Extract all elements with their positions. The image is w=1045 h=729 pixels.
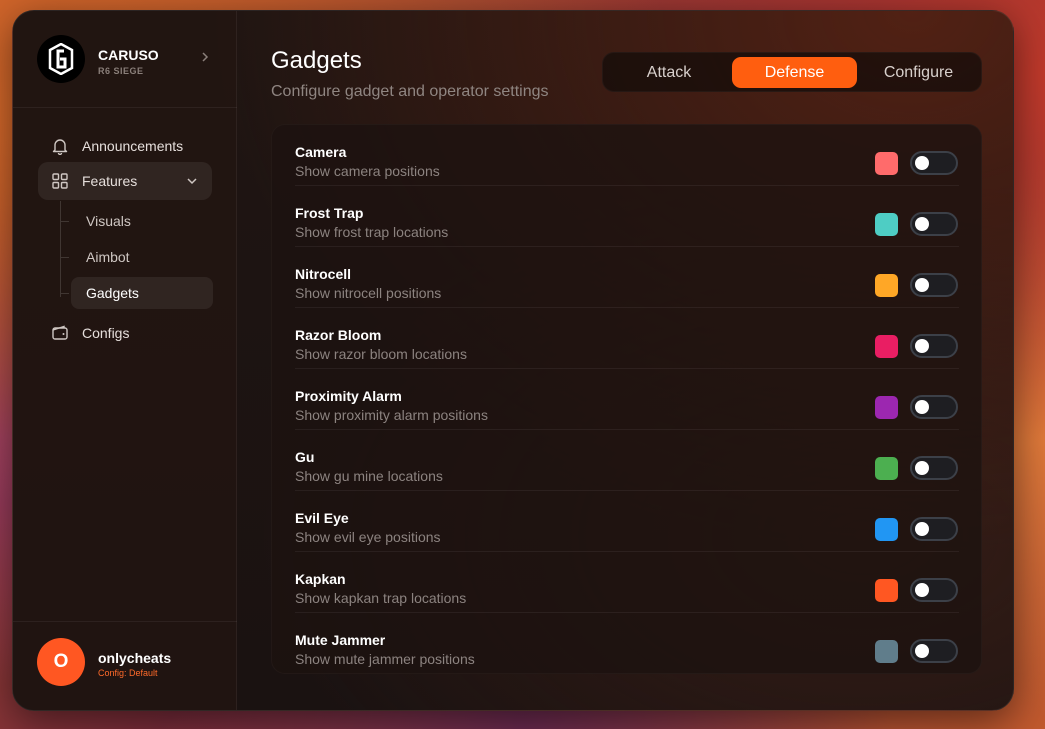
wallet-icon xyxy=(50,323,70,343)
gadget-description: Show mute jammer positions xyxy=(295,651,475,667)
page-subtitle: Configure gadget and operator settings xyxy=(271,83,549,100)
toggle-switch[interactable] xyxy=(910,334,958,358)
bell-icon xyxy=(50,136,70,156)
gadget-description: Show proximity alarm positions xyxy=(295,407,488,423)
toggle-knob xyxy=(915,522,929,536)
color-swatch[interactable] xyxy=(875,457,898,480)
main-content: Gadgets Configure gadget and operator se… xyxy=(237,11,1013,710)
sidebar-item-label: Announcements xyxy=(82,138,184,154)
submenu-tick xyxy=(61,293,69,294)
chevron-right-icon[interactable] xyxy=(197,49,213,65)
submenu-tree-line xyxy=(60,201,61,297)
gadget-description: Show kapkan trap locations xyxy=(295,590,467,606)
toggle-switch[interactable] xyxy=(910,151,958,175)
sidebar-item-announcements[interactable]: Announcements xyxy=(38,127,212,165)
r6-logo-icon xyxy=(37,35,85,83)
gadget-description: Show frost trap locations xyxy=(295,224,449,240)
app-window: CARUSO R6 SIEGE Announcements Features V… xyxy=(12,10,1014,711)
gadget-row-mute-jammer: Mute Jammer Show mute jammer positions xyxy=(295,613,959,673)
page-title: Gadgets xyxy=(271,47,362,74)
sidebar-subitem-label: Visuals xyxy=(86,213,131,229)
sidebar-item-label: Configs xyxy=(82,325,130,341)
toggle-knob xyxy=(915,400,929,414)
sidebar: CARUSO R6 SIEGE Announcements Features V… xyxy=(13,11,237,710)
user-profile[interactable]: O onlycheats Config: Default xyxy=(13,621,237,710)
gadget-row-nitrocell: Nitrocell Show nitrocell positions xyxy=(295,247,959,308)
gadget-name: Nitrocell xyxy=(295,266,352,282)
gadget-name: Camera xyxy=(295,144,347,160)
toggle-knob xyxy=(915,644,929,658)
color-swatch[interactable] xyxy=(875,274,898,297)
submenu-tick xyxy=(61,221,69,222)
grid-icon xyxy=(50,171,70,191)
color-swatch[interactable] xyxy=(875,640,898,663)
gadget-name: Razor Bloom xyxy=(295,327,382,343)
gadget-row-frost-trap: Frost Trap Show frost trap locations xyxy=(295,186,959,247)
toggle-knob xyxy=(915,339,929,353)
toggle-knob xyxy=(915,278,929,292)
color-swatch[interactable] xyxy=(875,213,898,236)
toggle-switch[interactable] xyxy=(910,395,958,419)
toggle-switch[interactable] xyxy=(910,456,958,480)
gadget-row-razor-bloom: Razor Bloom Show razor bloom locations xyxy=(295,308,959,369)
sidebar-subitem-gadgets[interactable]: Gadgets xyxy=(71,277,213,309)
gadget-row-evil-eye: Evil Eye Show evil eye positions xyxy=(295,491,959,552)
toggle-knob xyxy=(915,583,929,597)
sidebar-item-label: Features xyxy=(82,173,138,189)
submenu-tick xyxy=(61,257,69,258)
toggle-knob xyxy=(915,156,929,170)
sidebar-subitem-aimbot[interactable]: Aimbot xyxy=(71,241,213,273)
tab-defense[interactable]: Defense xyxy=(732,57,857,88)
sidebar-subitem-label: Aimbot xyxy=(86,249,130,265)
toggle-switch[interactable] xyxy=(910,639,958,663)
gadget-row-gu: Gu Show gu mine locations xyxy=(295,430,959,491)
toggle-knob xyxy=(915,461,929,475)
toggle-switch[interactable] xyxy=(910,578,958,602)
toggle-switch[interactable] xyxy=(910,273,958,297)
gadget-name: Evil Eye xyxy=(295,510,349,526)
gadget-description: Show camera positions xyxy=(295,163,440,179)
toggle-switch[interactable] xyxy=(910,212,958,236)
tab-configure[interactable]: Configure xyxy=(858,57,979,88)
sidebar-subitem-label: Gadgets xyxy=(86,285,139,301)
chevron-down-icon xyxy=(184,173,200,189)
gadget-list: Camera Show camera positions Frost Trap … xyxy=(271,124,982,674)
toggle-switch[interactable] xyxy=(910,517,958,541)
gadget-description: Show razor bloom locations xyxy=(295,346,467,362)
gadget-name: Kapkan xyxy=(295,571,346,587)
app-subtitle: R6 SIEGE xyxy=(98,66,144,76)
gadget-row-kapkan: Kapkan Show kapkan trap locations xyxy=(295,552,959,613)
gadget-description: Show evil eye positions xyxy=(295,529,441,545)
app-header[interactable]: CARUSO R6 SIEGE xyxy=(13,11,237,108)
color-swatch[interactable] xyxy=(875,518,898,541)
toggle-knob xyxy=(915,217,929,231)
tab-bar: Attack Defense Configure xyxy=(602,52,982,92)
sidebar-item-configs[interactable]: Configs xyxy=(38,314,212,352)
gadget-name: Mute Jammer xyxy=(295,632,386,648)
sidebar-subitem-visuals[interactable]: Visuals xyxy=(71,205,213,237)
user-name: onlycheats xyxy=(98,650,172,666)
color-swatch[interactable] xyxy=(875,335,898,358)
tab-attack[interactable]: Attack xyxy=(607,57,731,88)
gadget-row-camera: Camera Show camera positions xyxy=(295,125,959,186)
color-swatch[interactable] xyxy=(875,396,898,419)
gadget-description: Show gu mine locations xyxy=(295,468,443,484)
color-swatch[interactable] xyxy=(875,152,898,175)
gadget-name: Proximity Alarm xyxy=(295,388,402,404)
gadget-description: Show nitrocell positions xyxy=(295,285,442,301)
user-config-label: Config: Default xyxy=(98,668,158,678)
sidebar-item-features[interactable]: Features xyxy=(38,162,212,200)
gadget-name: Frost Trap xyxy=(295,205,364,221)
gadget-name: Gu xyxy=(295,449,315,465)
gadget-row-proximity-alarm: Proximity Alarm Show proximity alarm pos… xyxy=(295,369,959,430)
color-swatch[interactable] xyxy=(875,579,898,602)
app-name: CARUSO xyxy=(98,47,159,63)
avatar: O xyxy=(37,638,85,686)
